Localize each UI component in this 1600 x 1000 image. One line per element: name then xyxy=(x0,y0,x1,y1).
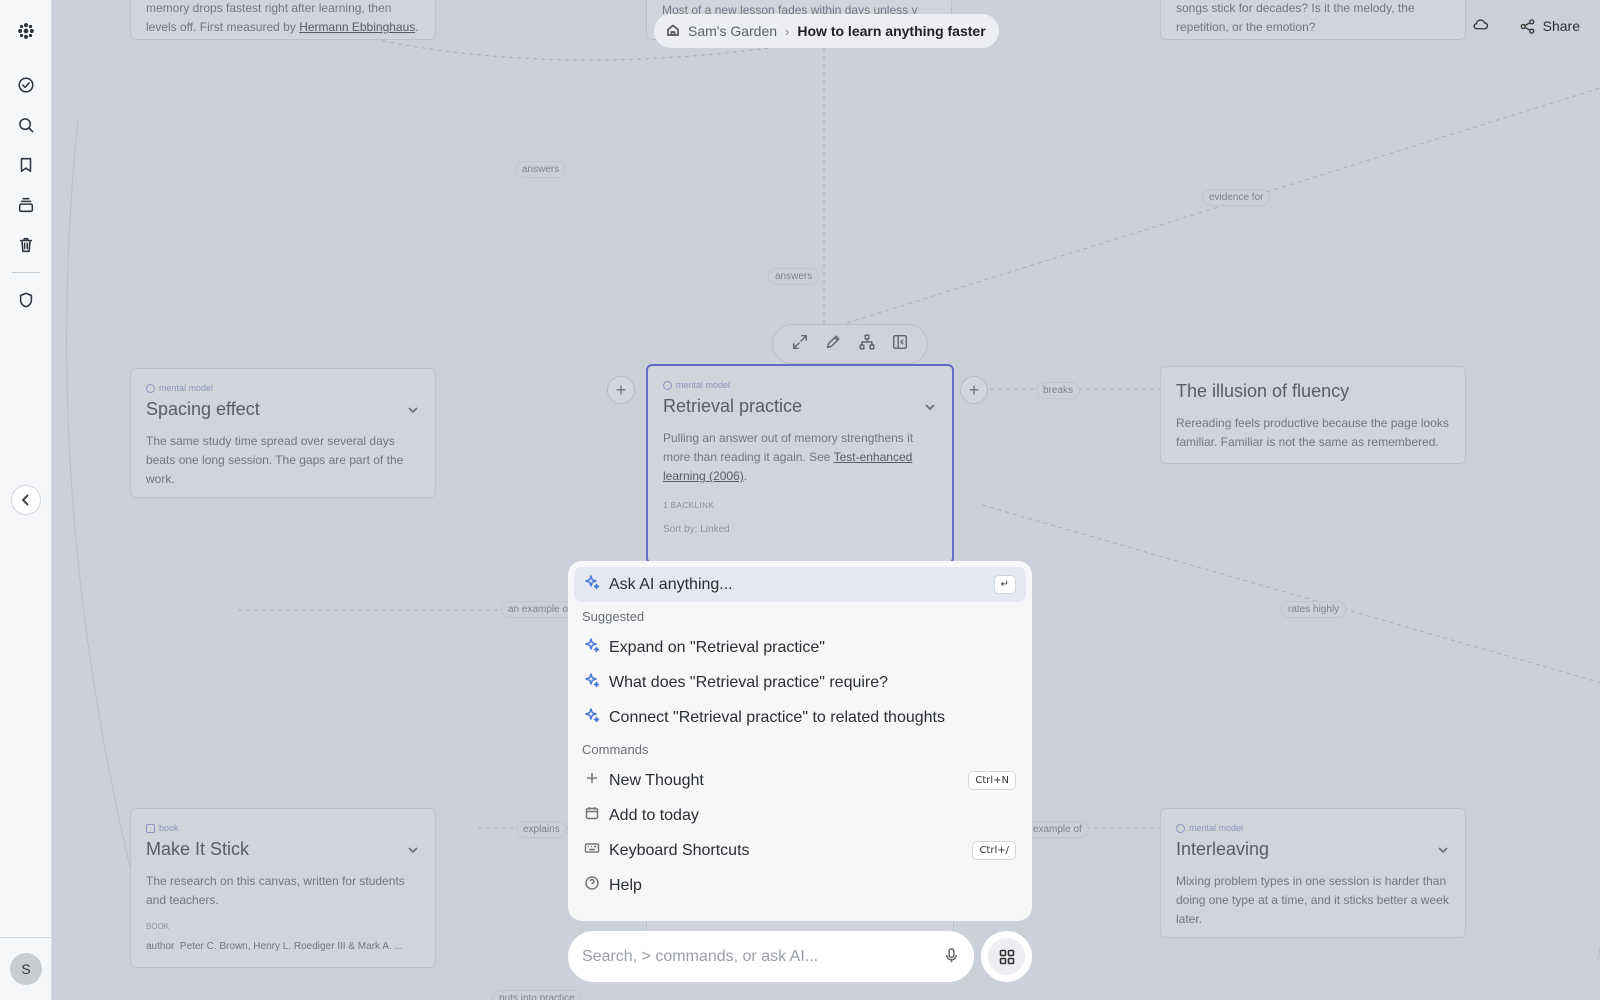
tasks-check-icon[interactable] xyxy=(13,72,39,98)
shield-icon[interactable] xyxy=(13,287,39,313)
enter-key-hint: ↵ xyxy=(993,575,1016,594)
command-keyboard-shortcuts[interactable]: Keyboard Shortcuts Ctrl+/ xyxy=(574,833,1026,868)
ask-ai-label: Ask AI anything... xyxy=(609,575,733,593)
home-icon[interactable] xyxy=(666,23,680,40)
suggested-header: Suggested xyxy=(582,608,645,624)
breadcrumb-separator: › xyxy=(785,23,790,39)
suggestion-item[interactable]: Connect "Retrieval practice" to related … xyxy=(574,700,1026,735)
suggestion-label: Expand on "Retrieval practice" xyxy=(609,638,825,656)
share-button[interactable]: Share xyxy=(1519,18,1580,35)
chevron-left-icon xyxy=(21,494,29,506)
search-icon[interactable] xyxy=(13,112,39,138)
command-label: Keyboard Shortcuts xyxy=(609,841,750,859)
command-help[interactable]: Help xyxy=(574,868,1026,903)
sidebar-divider xyxy=(12,272,40,273)
sparkle-icon xyxy=(584,574,600,595)
command-label: Help xyxy=(609,876,642,894)
microphone-icon[interactable] xyxy=(943,947,960,969)
search-input[interactable]: Search, > commands, or ask AI... xyxy=(568,931,974,982)
sparkle-icon xyxy=(584,707,600,728)
collapse-sidebar-button[interactable] xyxy=(11,485,41,515)
calendar-icon xyxy=(584,805,600,826)
command-label: Add to today xyxy=(609,806,699,824)
search-placeholder: Search, > commands, or ask AI... xyxy=(582,947,819,965)
sparkle-icon xyxy=(584,637,600,658)
command-palette: Ask AI anything... ↵ Suggested Expand on… xyxy=(568,561,1032,921)
grid-icon xyxy=(999,949,1014,964)
breadcrumb: Sam's Garden › How to learn anything fas… xyxy=(654,14,999,48)
apps-grid-button[interactable] xyxy=(981,931,1032,982)
commands-header: Commands xyxy=(582,741,649,757)
help-icon xyxy=(584,875,600,896)
suggestion-label: What does "Retrieval practice" require? xyxy=(609,673,889,691)
stack-icon[interactable] xyxy=(13,192,39,218)
keyboard-icon xyxy=(584,840,600,861)
trash-icon[interactable] xyxy=(13,232,39,258)
sidebar: S xyxy=(0,0,52,1000)
suggestion-label: Connect "Retrieval practice" to related … xyxy=(609,708,945,726)
suggestion-item[interactable]: Expand on "Retrieval practice" xyxy=(574,630,1026,665)
breadcrumb-root[interactable]: Sam's Garden xyxy=(688,23,777,39)
ask-ai-item[interactable]: Ask AI anything... ↵ xyxy=(574,567,1026,602)
cloud-icon[interactable] xyxy=(1472,16,1489,36)
suggestion-item[interactable]: What does "Retrieval practice" require? xyxy=(574,665,1026,700)
topbar-actions: Share xyxy=(1472,16,1580,36)
logo-icon[interactable] xyxy=(13,18,39,44)
command-new-thought[interactable]: New Thought Ctrl+N xyxy=(574,763,1026,798)
breadcrumb-current[interactable]: How to learn anything faster xyxy=(797,23,985,39)
shortcut-hint: Ctrl+/ xyxy=(972,841,1016,860)
command-label: New Thought xyxy=(609,771,704,789)
sidebar-footer-divider xyxy=(0,937,52,938)
plus-icon xyxy=(584,770,600,791)
avatar[interactable]: S xyxy=(10,953,42,985)
command-add-to-today[interactable]: Add to today xyxy=(574,798,1026,833)
share-label: Share xyxy=(1542,18,1580,34)
sparkle-icon xyxy=(584,672,600,693)
bookmark-icon[interactable] xyxy=(13,152,39,178)
share-icon xyxy=(1520,18,1535,34)
shortcut-hint: Ctrl+N xyxy=(968,771,1016,790)
